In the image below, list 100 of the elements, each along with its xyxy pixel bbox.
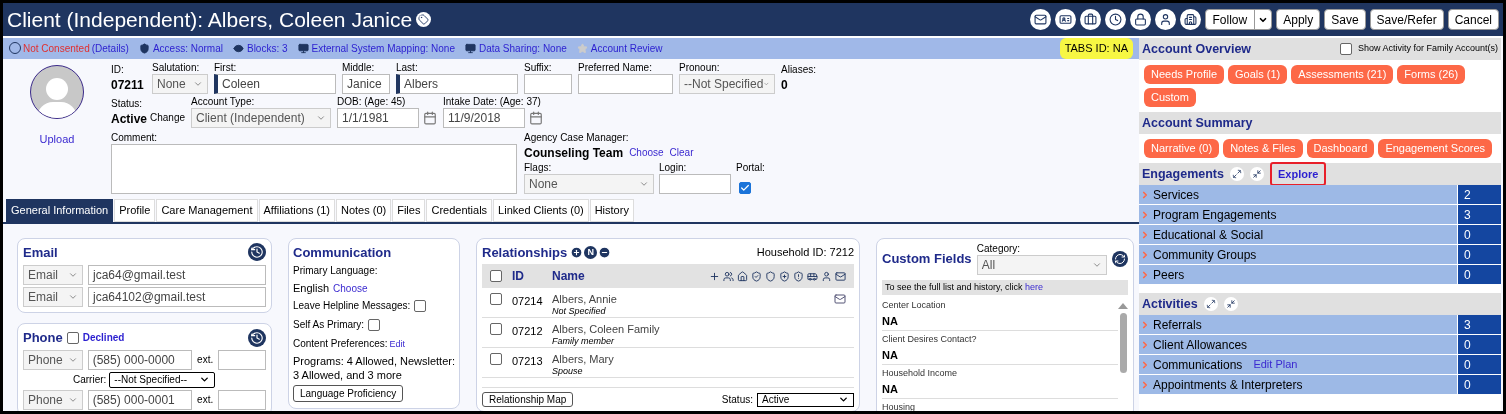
history-icon[interactable]: [248, 243, 266, 262]
tag-icon[interactable]: [416, 12, 432, 27]
info-link[interactable]: Data Sharing: None: [478, 40, 567, 56]
user-icon[interactable]: [1154, 9, 1176, 30]
text-field[interactable]: Janice: [342, 73, 390, 94]
n-button[interactable]: N: [584, 245, 598, 259]
ext-field[interactable]: [218, 349, 266, 370]
category-row[interactable]: Referrals: [1139, 315, 1457, 334]
checkbox[interactable]: [490, 293, 502, 305]
manager-link[interactable]: Choose: [629, 145, 664, 160]
tab[interactable]: Linked Clients (0): [493, 198, 589, 222]
refresh-icon[interactable]: [1112, 250, 1128, 267]
text-field[interactable]: [578, 73, 673, 94]
language-proficiency-button[interactable]: Language Proficiency: [293, 385, 404, 402]
dropdown[interactable]: None: [152, 73, 208, 94]
collapse-icon[interactable]: [1249, 167, 1264, 181]
info-link[interactable]: Account Review: [590, 40, 663, 56]
date-field[interactable]: 1/1/1981: [337, 107, 420, 128]
relationship-row[interactable]: 07212 Albers, Coleen Family Family member: [482, 318, 854, 348]
checkbox[interactable]: [1339, 43, 1352, 55]
shield-plus-icon[interactable]: [779, 270, 790, 282]
status-dropdown[interactable]: Active: [757, 392, 854, 407]
info-link[interactable]: Access: Normal: [152, 40, 223, 56]
details-link[interactable]: (Details): [91, 40, 129, 56]
here-link[interactable]: here: [1024, 280, 1043, 294]
header-button[interactable]: Apply: [1276, 9, 1321, 30]
header-button[interactable]: Save/Refer: [1369, 9, 1444, 30]
relationship-map-button[interactable]: Relationship Map: [482, 392, 574, 407]
calendar-icon[interactable]: [529, 110, 544, 125]
text-field[interactable]: Albers: [396, 73, 518, 94]
email-field[interactable]: jca64@gmail.test: [88, 265, 266, 285]
add-icon[interactable]: [570, 245, 584, 259]
tab[interactable]: History: [589, 198, 634, 222]
relationship-row[interactable]: 07214 Albers, Annie Not Specified: [482, 288, 854, 318]
tab[interactable]: Notes (0): [335, 198, 392, 222]
upload-link[interactable]: Upload: [39, 130, 75, 147]
history-icon[interactable]: [248, 328, 266, 347]
category-row[interactable]: Client Allowances: [1139, 335, 1457, 354]
people-icon[interactable]: [723, 270, 734, 282]
header-button[interactable]: Save: [1324, 9, 1366, 30]
manager-link[interactable]: Clear: [669, 145, 694, 160]
checkbox[interactable]: [490, 270, 502, 282]
checkbox[interactable]: [739, 181, 751, 194]
checkbox[interactable]: [66, 331, 79, 344]
follow-button[interactable]: Follow: [1204, 9, 1273, 30]
checkbox[interactable]: [490, 323, 502, 335]
tab[interactable]: Files: [392, 198, 426, 222]
tab[interactable]: Profile: [114, 198, 156, 222]
choose-link[interactable]: Choose: [333, 280, 368, 296]
shield-check-icon[interactable]: [751, 270, 762, 282]
tab[interactable]: Care Management: [156, 198, 258, 222]
category-row[interactable]: Community Groups: [1139, 245, 1457, 264]
dropdown[interactable]: Email: [23, 287, 83, 307]
collapse-icon[interactable]: [1223, 297, 1238, 311]
category-row[interactable]: Peers: [1139, 265, 1457, 284]
dropdown[interactable]: Phone: [23, 389, 83, 410]
clock-icon[interactable]: [1104, 9, 1126, 30]
dropdown[interactable]: Email: [23, 265, 83, 285]
ext-field[interactable]: [218, 389, 266, 410]
checkbox[interactable]: [368, 318, 381, 331]
lock-icon[interactable]: [1129, 9, 1151, 30]
shield-icon[interactable]: [765, 270, 776, 282]
expand-icon[interactable]: [1203, 297, 1218, 311]
dropdown[interactable]: Client (Independent): [191, 107, 332, 128]
remove-icon[interactable]: [598, 245, 612, 259]
category-row[interactable]: Educational & Social: [1139, 225, 1457, 244]
comment-field[interactable]: [111, 143, 517, 194]
dropdown[interactable]: Phone: [23, 349, 83, 370]
category-row[interactable]: Communications Edit Plan: [1139, 355, 1457, 374]
mail-icon[interactable]: [1029, 9, 1051, 30]
tab[interactable]: General Information: [6, 198, 114, 222]
tab[interactable]: Affiliations (1): [258, 198, 335, 222]
info-link[interactable]: External System Mapping: None: [311, 40, 455, 56]
text-field[interactable]: [659, 173, 731, 194]
building-icon[interactable]: [1179, 9, 1201, 30]
house-icon[interactable]: [737, 270, 748, 282]
text-field[interactable]: [524, 73, 572, 94]
category-row[interactable]: Program Engagements: [1139, 205, 1457, 224]
email-field[interactable]: jca64102@gmail.test: [88, 287, 266, 307]
info-link[interactable]: Blocks: 3: [246, 40, 288, 56]
header-button[interactable]: Cancel: [1447, 9, 1499, 30]
phone-field[interactable]: (585) 000-0001: [87, 389, 193, 410]
dropdown[interactable]: None: [524, 173, 654, 194]
expand-icon[interactable]: [1229, 167, 1244, 181]
relationship-row[interactable]: 07213 Albers, Mary Spouse: [482, 348, 854, 378]
briefcase-icon[interactable]: [1079, 9, 1101, 30]
category-row[interactable]: Services: [1139, 185, 1457, 204]
plus-icon[interactable]: [709, 270, 720, 282]
shield-alert-icon[interactable]: [793, 270, 804, 282]
calendar-icon[interactable]: [423, 110, 438, 125]
edit-plan-link[interactable]: Edit Plan: [1253, 356, 1298, 373]
phone-field[interactable]: (585) 000-0000: [87, 349, 193, 370]
carrier-dropdown[interactable]: --Not Specified--: [109, 371, 216, 388]
checkbox[interactable]: [490, 353, 502, 365]
id-card-icon[interactable]: [1054, 9, 1076, 30]
category-row[interactable]: Appointments & Interpreters: [1139, 375, 1457, 394]
date-field[interactable]: 11/9/2018: [443, 107, 526, 128]
edit-link[interactable]: Edit: [389, 337, 405, 351]
dropdown[interactable]: All: [976, 254, 1107, 275]
text-field[interactable]: Coleen: [214, 73, 336, 94]
